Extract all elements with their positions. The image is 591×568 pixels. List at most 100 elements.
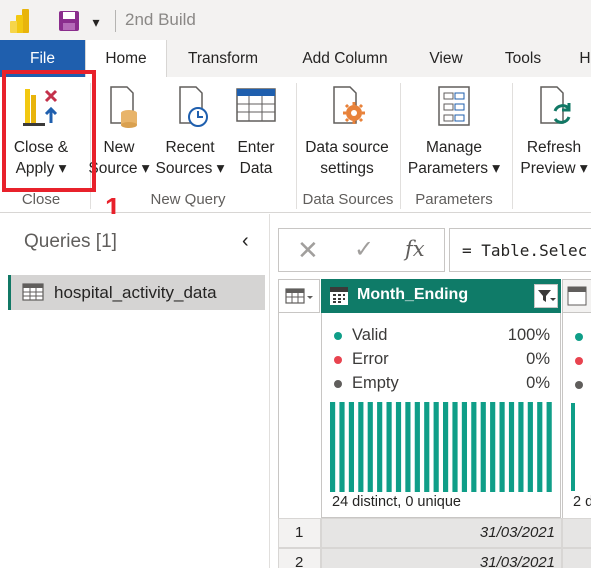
title-bar: ▾ 2nd Build: [0, 0, 591, 40]
recent-sources-label-line2: Sources ▾: [155, 160, 225, 177]
distribution-bar: [452, 402, 458, 492]
distribution-bar: [358, 402, 364, 492]
new-source-button[interactable]: New Source ▾: [88, 83, 150, 179]
quality-empty-value: 0%: [526, 374, 550, 392]
query-item[interactable]: hospital_activity_data: [8, 275, 265, 310]
quality-empty-row: Empty 0%: [334, 373, 550, 395]
distribution-bar: [499, 402, 505, 492]
distribution-bar: [414, 402, 420, 492]
distinct-count-label: 24 distinct, 0 unique: [332, 494, 461, 510]
enter-data-button[interactable]: Enter Data: [228, 83, 284, 179]
quality-error-row: Error 0%: [334, 349, 550, 371]
recent-sources-button[interactable]: Recent Sources ▾: [154, 83, 226, 179]
valid-dot-icon: [575, 333, 583, 341]
data-source-settings-label-line1: Data source: [305, 139, 389, 156]
distribution-bar: [367, 402, 373, 492]
refresh-preview-label-line2: Preview ▾: [520, 160, 588, 177]
distribution-bar: [330, 402, 336, 492]
empty-dot-icon: [334, 380, 342, 388]
quality-error-label: Error: [352, 350, 389, 368]
formula-input[interactable]: = Table.Selec: [449, 228, 591, 272]
manage-parameters-label-line2: Parameters ▾: [407, 160, 501, 177]
cancel-formula-icon[interactable]: ✕: [297, 235, 319, 266]
distribution-bar: [546, 402, 552, 492]
date-type-icon[interactable]: [329, 286, 349, 306]
tab-home[interactable]: Home: [85, 40, 167, 77]
distribution-bar: [433, 402, 439, 492]
ribbon-group-divider: [296, 83, 297, 209]
window-title: 2nd Build: [125, 10, 196, 29]
tab-view[interactable]: View: [415, 40, 477, 77]
error-dot-icon: [575, 357, 583, 365]
distribution-bar: [377, 402, 383, 492]
column-header-next[interactable]: [562, 279, 591, 313]
data-source-settings-button[interactable]: Data source settings: [300, 83, 394, 179]
distinct-count-label-next: 2 d: [573, 494, 591, 510]
query-item-label: hospital_activity_data: [54, 283, 217, 302]
refresh-preview-button[interactable]: Refresh Preview ▾: [518, 83, 590, 179]
customize-toolbar-chevron-down-icon[interactable]: ▾: [88, 12, 104, 32]
refresh-preview-label-line1: Refresh: [526, 139, 582, 156]
new-source-label-line2: Source ▾: [88, 160, 150, 177]
formula-text: = Table.Selec: [462, 241, 588, 260]
row-number[interactable]: 1: [278, 518, 321, 548]
manage-parameters-button[interactable]: Manage Parameters ▾: [404, 83, 504, 179]
tab-help[interactable]: H: [570, 40, 591, 77]
tab-add-column[interactable]: Add Column: [290, 40, 400, 77]
enter-data-label-line2: Data: [239, 160, 273, 177]
distribution-bar: [471, 402, 477, 492]
group-label-data-sources: Data Sources: [302, 191, 394, 208]
distribution-bar: [490, 402, 496, 492]
ribbon-group-divider: [400, 83, 401, 209]
enter-data-label-line1: Enter: [237, 139, 275, 156]
quality-error-value: 0%: [526, 350, 550, 368]
table-cell[interactable]: [562, 518, 591, 548]
powerbi-logo-icon: [10, 9, 29, 33]
distribution-bar: [386, 402, 392, 492]
new-source-label-line1: New: [103, 139, 135, 156]
ribbon-group-divider: [512, 83, 513, 209]
column-name: Month_Ending: [357, 286, 469, 303]
save-icon[interactable]: [58, 10, 80, 32]
column-header-month-ending[interactable]: Month_Ending: [321, 279, 561, 313]
quality-valid-label: Valid: [352, 326, 388, 344]
commit-formula-icon[interactable]: ✓: [354, 235, 374, 264]
value-distribution-chart[interactable]: [330, 402, 556, 492]
tab-transform[interactable]: Transform: [172, 40, 274, 77]
fx-icon[interactable]: fx: [405, 237, 425, 261]
distribution-bar: [443, 402, 449, 492]
queries-pane: Queries [1] ‹ hospital_activity_data: [0, 214, 270, 568]
distribution-bar: [480, 402, 486, 492]
column-filter-button[interactable]: [534, 284, 558, 308]
distribution-bar: [348, 402, 355, 492]
row-number[interactable]: 2: [278, 548, 321, 568]
recent-sources-icon: [179, 86, 208, 127]
formula-bar-controls: ✕ ✓ fx: [278, 228, 445, 272]
table-cell[interactable]: 31/03/2021: [321, 548, 562, 568]
table-cell[interactable]: [562, 548, 591, 568]
data-source-settings-icon: [333, 86, 365, 124]
quality-valid-row: Valid 100%: [334, 325, 550, 347]
new-source-icon: [110, 86, 137, 128]
table-grid-icon: [236, 88, 276, 122]
quality-empty-label: Empty: [352, 374, 399, 392]
close-apply-highlight-box: [2, 70, 96, 192]
distribution-bar: [527, 402, 533, 492]
distribution-bar: [518, 402, 524, 492]
table-menu-button[interactable]: [278, 279, 320, 313]
manage-parameters-icon: [438, 86, 470, 126]
distribution-bar: [424, 402, 430, 492]
table-menu-icon: [285, 288, 313, 304]
row-header-gutter: [278, 313, 321, 518]
table-cell[interactable]: 31/03/2021: [321, 518, 562, 548]
distribution-bar: [339, 402, 345, 492]
data-source-settings-label-line2: settings: [320, 160, 374, 177]
filter-dropdown-icon: [538, 290, 556, 302]
date-type-icon: [567, 286, 587, 306]
collapse-pane-chevron-left-icon[interactable]: ‹: [242, 230, 249, 253]
group-label-parameters: Parameters: [415, 191, 493, 208]
empty-dot-icon: [575, 381, 583, 389]
column-quality-panel-next: 2 d: [562, 313, 591, 518]
distribution-bar: [405, 402, 411, 492]
tab-tools[interactable]: Tools: [492, 40, 554, 77]
